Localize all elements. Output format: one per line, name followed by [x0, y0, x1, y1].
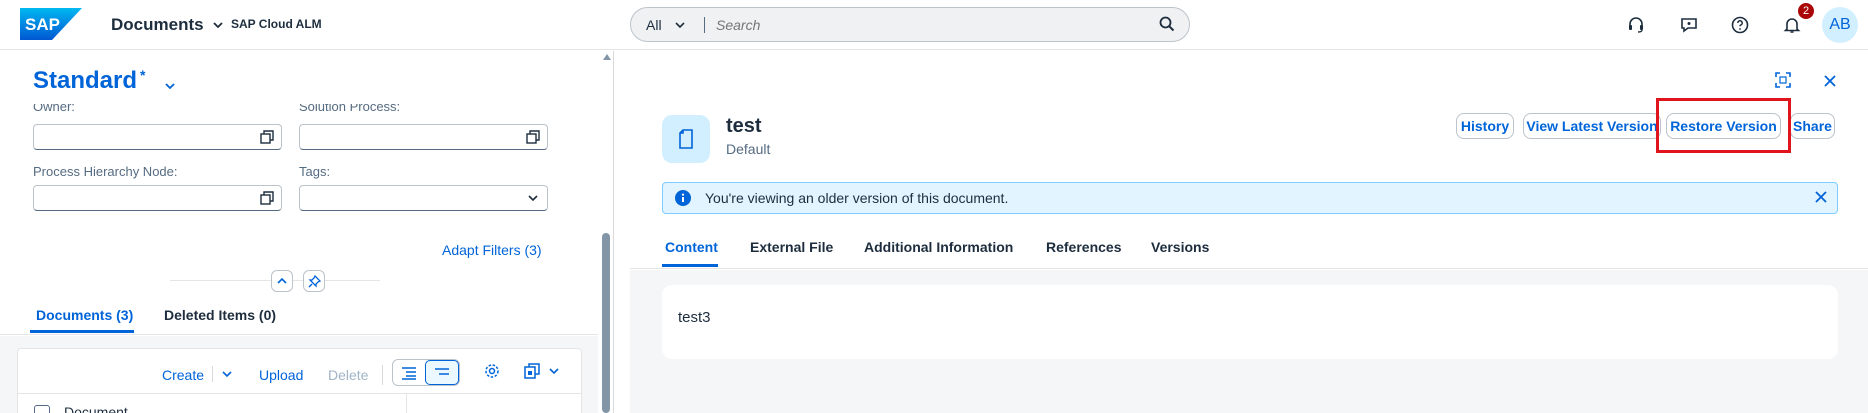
share-button[interactable]: Share — [1790, 113, 1835, 139]
view-toggle — [392, 359, 460, 386]
tab-deleted-items[interactable]: Deleted Items (0) — [164, 307, 276, 323]
document-title: test — [726, 115, 762, 137]
scrollbar-thumb[interactable] — [602, 233, 610, 413]
value-help-icon[interactable] — [526, 130, 540, 144]
tab-additional-information[interactable]: Additional Information — [864, 239, 1013, 255]
solution-process-field[interactable] — [299, 124, 548, 150]
tab-external-file[interactable]: External File — [750, 239, 833, 255]
view-latest-version-button[interactable]: View Latest Version — [1523, 113, 1661, 139]
tab-content[interactable]: Content — [665, 239, 718, 255]
tags-select[interactable] — [299, 185, 548, 211]
list-report-pane: Standard * Owner: Solution Process: Proc… — [0, 51, 614, 413]
scroll-up-arrow-icon[interactable] — [603, 53, 611, 61]
column-separator — [406, 394, 407, 413]
feedback-icon[interactable] — [1677, 13, 1701, 37]
chevron-up-icon — [277, 277, 287, 284]
variant-modified-indicator: * — [140, 67, 146, 83]
document-tabs: Documents (3) Deleted Items (0) — [0, 291, 598, 335]
upload-button[interactable]: Upload — [259, 367, 303, 383]
tab-documents[interactable]: Documents (3) — [36, 307, 133, 323]
active-tab-indicator — [662, 264, 718, 267]
svg-text:SAP: SAP — [25, 15, 60, 34]
info-message-text: You're viewing an older version of this … — [705, 190, 1009, 206]
document-avatar — [662, 115, 710, 163]
document-icon — [679, 129, 693, 149]
content-card: test3 — [662, 285, 1838, 359]
document-content-text: test3 — [678, 309, 711, 326]
pin-header-button[interactable] — [303, 270, 325, 292]
pin-icon — [307, 274, 321, 288]
column-header-document[interactable]: Document — [64, 404, 128, 413]
active-tab-indicator — [30, 330, 134, 333]
table-section: Create Upload Delete Document — [0, 336, 598, 413]
app-title: Documents — [111, 15, 204, 34]
info-icon — [675, 190, 691, 206]
expand-rows-button[interactable] — [393, 360, 425, 385]
solution-process-label: Solution Process: — [299, 104, 401, 114]
sap-logo[interactable]: SAP — [20, 8, 82, 40]
fullscreen-icon[interactable] — [1775, 72, 1791, 88]
history-button[interactable]: History — [1456, 113, 1514, 139]
info-message-strip: You're viewing an older version of this … — [662, 182, 1838, 214]
list-indent-icon — [402, 366, 416, 380]
app-subtitle: SAP Cloud ALM — [231, 17, 322, 31]
search-scope-select[interactable]: All — [646, 17, 686, 33]
chevron-down-icon — [674, 22, 685, 29]
select-all-checkbox[interactable] — [34, 405, 50, 413]
chevron-down-icon[interactable] — [526, 191, 540, 205]
settings-gear-icon[interactable] — [484, 363, 500, 379]
app-title-menu[interactable]: Documents — [111, 15, 224, 35]
documents-table: Create Upload Delete Document — [17, 348, 582, 413]
owner-label: Owner: — [33, 104, 75, 114]
toolbar-separator — [382, 365, 383, 385]
help-icon[interactable] — [1728, 13, 1752, 37]
close-icon[interactable] — [1824, 75, 1836, 87]
search-icon[interactable] — [1159, 16, 1175, 32]
document-subtitle: Default — [726, 141, 771, 157]
search-separator — [704, 17, 705, 33]
owner-field[interactable] — [33, 124, 282, 150]
process-hierarchy-node-field[interactable] — [33, 185, 282, 211]
shell-bar: SAP Documents SAP Cloud ALM All 2 AB — [0, 0, 1868, 50]
chevron-down-icon[interactable] — [163, 79, 177, 93]
chevron-down-icon[interactable] — [548, 365, 560, 377]
search-input[interactable] — [716, 14, 1136, 36]
collapse-header-button[interactable] — [271, 270, 293, 292]
search-bar: All — [630, 7, 1190, 42]
object-page-pane: test Default History View Latest Version… — [630, 51, 1868, 413]
chevron-down-icon[interactable] — [221, 368, 233, 380]
value-help-icon[interactable] — [260, 130, 274, 144]
notification-count-badge: 2 — [1797, 2, 1815, 20]
process-hierarchy-node-label: Process Hierarchy Node: — [33, 164, 178, 179]
tab-references[interactable]: References — [1046, 239, 1122, 255]
tab-versions[interactable]: Versions — [1151, 239, 1209, 255]
export-icon[interactable] — [524, 363, 540, 379]
variant-name: Standard — [33, 67, 138, 94]
toolbar-separator — [212, 366, 213, 382]
table-header-row: Document — [18, 393, 581, 413]
restore-version-highlight — [1656, 98, 1791, 153]
headset-icon[interactable] — [1624, 13, 1648, 37]
value-help-icon[interactable] — [260, 191, 274, 205]
search-scope-label: All — [646, 17, 662, 33]
variant-management[interactable]: Standard * — [33, 67, 145, 95]
user-avatar[interactable]: AB — [1822, 7, 1858, 43]
vertical-scrollbar[interactable] — [600, 51, 612, 413]
create-button[interactable]: Create — [162, 367, 204, 383]
content-section: test3 — [630, 270, 1868, 413]
adapt-filters-link[interactable]: Adapt Filters (3) — [442, 242, 542, 258]
tags-label: Tags: — [299, 164, 331, 179]
delete-button[interactable]: Delete — [328, 367, 368, 383]
list-outdent-icon — [435, 367, 449, 375]
object-tabs: Content External File Additional Informa… — [630, 223, 1868, 269]
close-icon[interactable] — [1815, 191, 1827, 203]
condensed-rows-button[interactable] — [425, 360, 459, 385]
chevron-down-icon — [212, 22, 223, 29]
